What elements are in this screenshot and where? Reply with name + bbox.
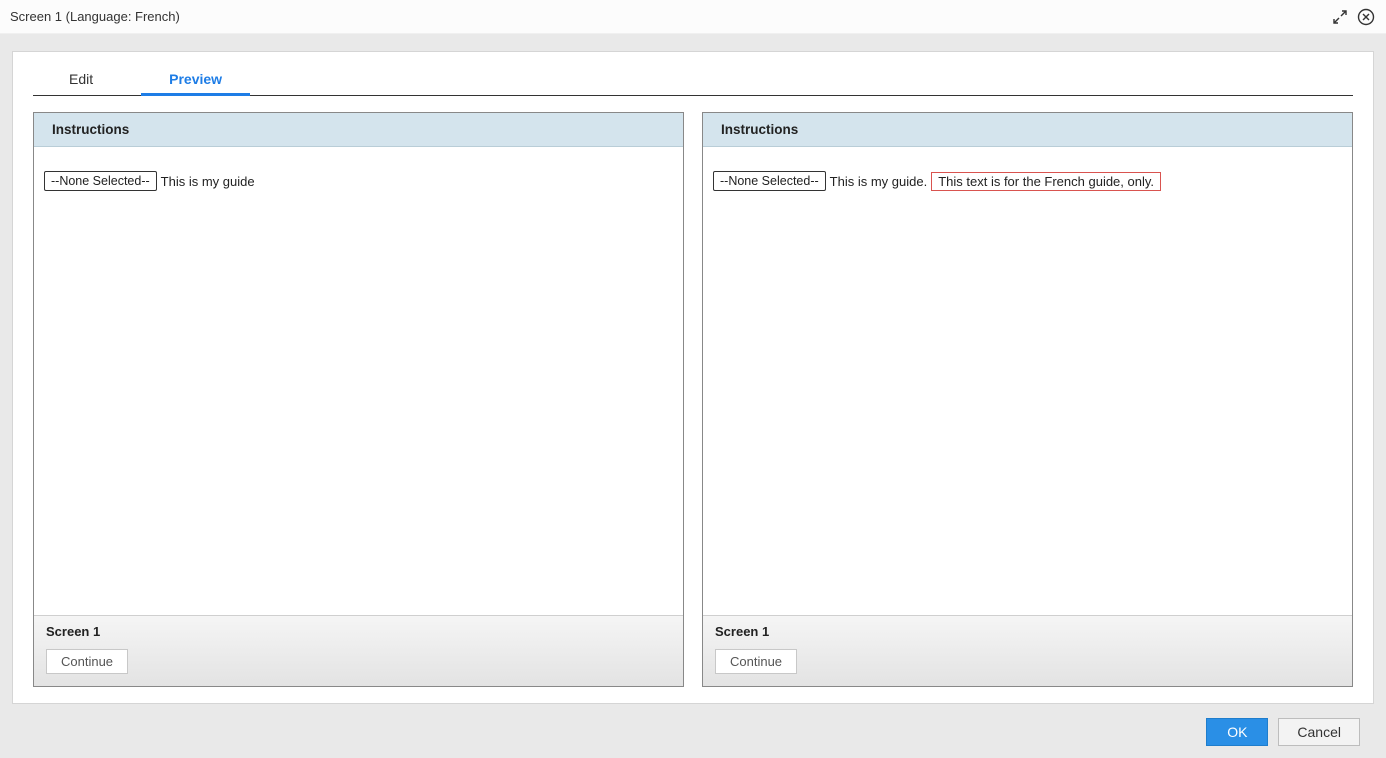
highlight-text-right: This text is for the French guide, only. [931, 172, 1161, 191]
dropdown-left[interactable]: --None Selected-- [44, 171, 157, 191]
dialog-body: Edit Preview Instructions --None Selecte… [0, 34, 1386, 758]
close-icon[interactable] [1356, 7, 1376, 27]
ok-button[interactable]: OK [1206, 718, 1268, 746]
window-title: Screen 1 (Language: French) [10, 9, 1330, 24]
preview-row: Instructions --None Selected-- This is m… [33, 112, 1353, 687]
guide-text-left: This is my guide [161, 174, 255, 189]
preview-panel-right: Instructions --None Selected-- This is m… [702, 112, 1353, 687]
tab-edit-label: Edit [69, 71, 93, 87]
screen-body-left: --None Selected-- This is my guide [34, 147, 683, 615]
preview-panel-left: Instructions --None Selected-- This is m… [33, 112, 684, 687]
screen-footer-left: Screen 1 Continue [34, 615, 683, 686]
content-panel: Edit Preview Instructions --None Selecte… [12, 51, 1374, 704]
guide-line-left: --None Selected-- This is my guide [44, 171, 673, 191]
cancel-button[interactable]: Cancel [1278, 718, 1360, 746]
tab-edit[interactable]: Edit [33, 61, 129, 95]
guide-line-right: --None Selected-- This is my guide. This… [713, 171, 1342, 191]
continue-button-right[interactable]: Continue [715, 649, 797, 674]
instructions-header-right: Instructions [703, 113, 1352, 147]
screen-footer-label-left: Screen 1 [46, 624, 671, 639]
dialog-window: Screen 1 (Language: French) [0, 0, 1386, 758]
title-bar-controls [1330, 7, 1376, 27]
screen-footer-right: Screen 1 Continue [703, 615, 1352, 686]
screen-body-right: --None Selected-- This is my guide. This… [703, 147, 1352, 615]
title-bar: Screen 1 (Language: French) [0, 0, 1386, 34]
dialog-button-row: OK Cancel [12, 704, 1374, 746]
tab-preview-label: Preview [169, 71, 222, 87]
guide-text-right: This is my guide. [830, 174, 928, 189]
tab-preview[interactable]: Preview [129, 61, 262, 95]
instructions-header-left: Instructions [34, 113, 683, 147]
screen-footer-label-right: Screen 1 [715, 624, 1340, 639]
continue-button-left[interactable]: Continue [46, 649, 128, 674]
tabs-row: Edit Preview [33, 52, 1353, 96]
collapse-icon[interactable] [1330, 7, 1350, 27]
dropdown-right[interactable]: --None Selected-- [713, 171, 826, 191]
